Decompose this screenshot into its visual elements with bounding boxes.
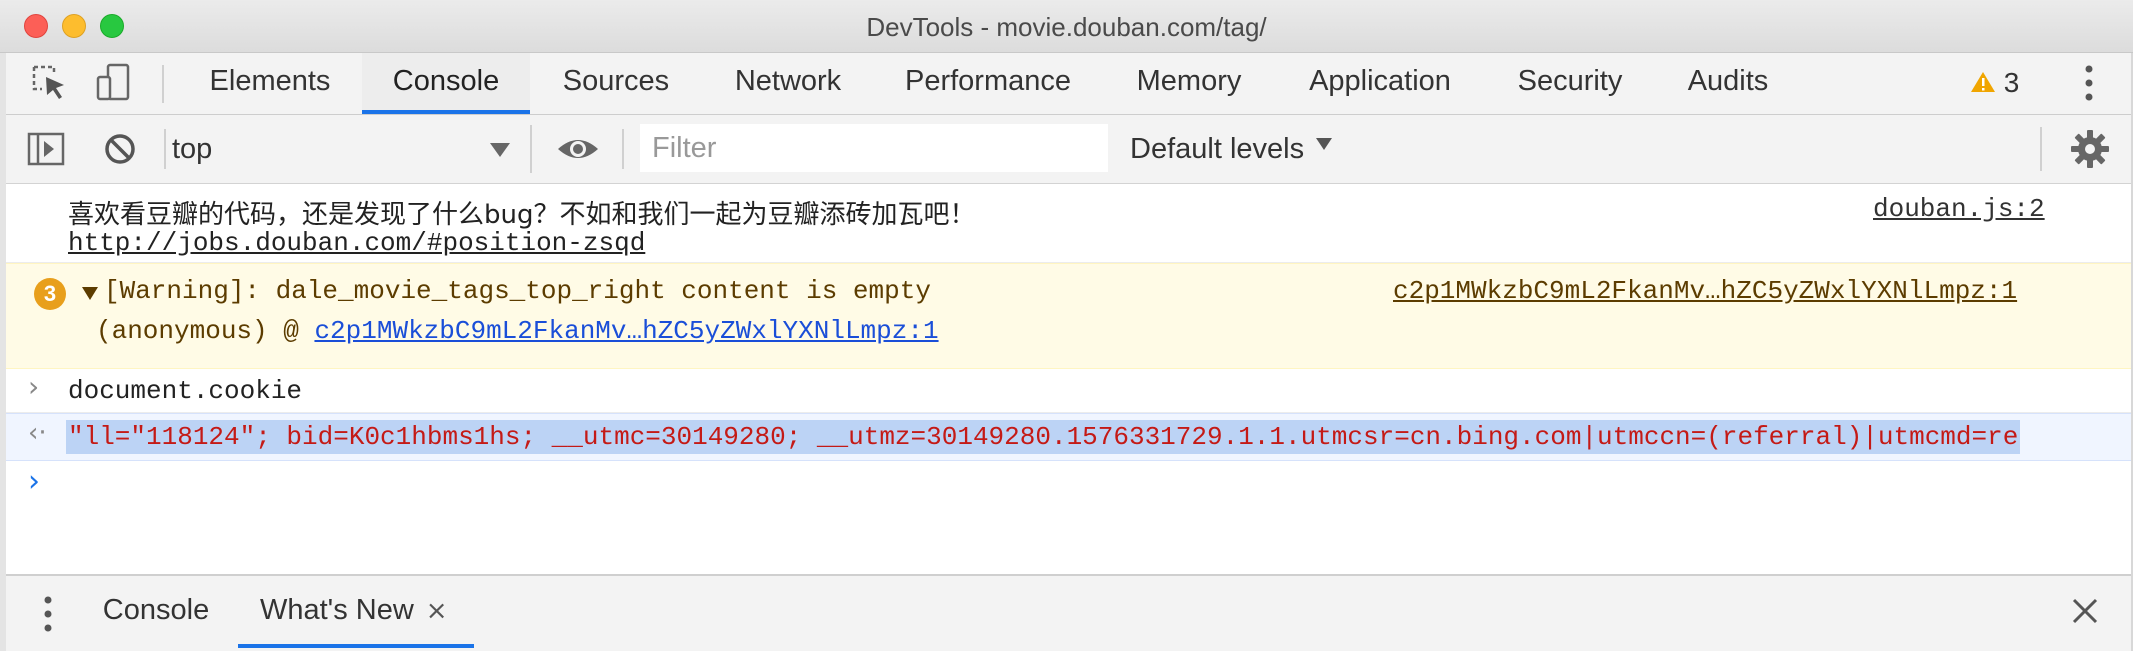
console-warning-message: 3 [Warning]: dale_movie_tags_top_right c… (0, 263, 2133, 369)
log-message-link[interactable]: http://jobs.douban.com/#position-zsqd (68, 228, 645, 258)
repeat-count-badge: 3 (34, 278, 66, 310)
drawer-tab-console[interactable]: Console (96, 576, 216, 648)
panel-tab-bar: Elements Console Sources Network Perform… (0, 53, 2133, 115)
result-arrow-icon: ‹· (28, 418, 47, 448)
title-bar: DevTools - movie.douban.com/tag/ (0, 0, 2133, 53)
warning-text: [Warning]: dale_movie_tags_top_right con… (104, 276, 931, 306)
console-command-entry: › document.cookie (0, 368, 2133, 413)
toolbar-divider (162, 65, 164, 103)
tab-memory[interactable]: Memory (1114, 53, 1264, 114)
log-levels-label: Default levels (1130, 133, 1305, 165)
log-levels-dropdown[interactable]: Default levels (1130, 125, 1333, 173)
inspect-element-icon[interactable] (28, 61, 72, 105)
toggle-sidebar-icon[interactable] (26, 129, 66, 169)
input-chevron-icon: › (28, 370, 40, 403)
chevron-down-icon (1316, 138, 1333, 151)
console-log-message: 喜欢看豆瓣的代码，还是发现了什么bug？不如和我们一起为豆瓣添砖加瓦吧！ htt… (0, 184, 2133, 263)
log-message-text: 喜欢看豆瓣的代码，还是发现了什么bug？不如和我们一起为豆瓣添砖加瓦吧！ (68, 200, 976, 230)
context-value: top (172, 133, 213, 165)
toolbar-divider (622, 129, 624, 169)
more-options-icon[interactable] (2074, 59, 2104, 107)
tab-elements[interactable]: Elements (190, 53, 350, 114)
toolbar-divider (530, 125, 532, 173)
result-value[interactable]: "ll="118124"; bid=K0c1hbms1hs; __utmc=30… (66, 420, 2021, 454)
toolbar-divider (2040, 127, 2042, 171)
tab-security[interactable]: Security (1500, 53, 1640, 114)
device-toolbar-icon[interactable] (92, 61, 136, 105)
gear-icon[interactable] (2070, 129, 2110, 169)
tab-network[interactable]: Network (716, 53, 860, 114)
console-messages: 喜欢看豆瓣的代码，还是发现了什么bug？不如和我们一起为豆瓣添砖加瓦吧！ htt… (0, 184, 2133, 574)
warning-source-link[interactable]: c2p1MWkzbC9mL2FkanMv…hZC5yZWxlYXNlLmpz:1 (1393, 276, 2017, 306)
close-tab-icon[interactable]: × (426, 596, 448, 626)
drawer-tab-whats-new[interactable]: What's New × (238, 576, 474, 648)
close-drawer-icon[interactable] (2070, 596, 2100, 626)
tab-audits[interactable]: Audits (1668, 53, 1788, 114)
console-prompt[interactable]: › (0, 460, 2133, 504)
warnings-counter[interactable]: 3 (1970, 63, 2019, 103)
command-text: document.cookie (68, 376, 303, 406)
tab-performance[interactable]: Performance (888, 53, 1088, 114)
drawer-tab-label: What's New (260, 594, 414, 626)
clear-console-icon[interactable] (100, 129, 140, 169)
drawer-menu-icon[interactable] (38, 592, 58, 636)
warning-stack-frame: (anonymous) @ c2p1MWkzbC9mL2FkanMv…hZC5y… (96, 316, 939, 346)
warnings-count: 3 (2003, 67, 2020, 98)
devtools-window: DevTools - movie.douban.com/tag/ Element… (0, 0, 2133, 651)
expand-triangle-icon[interactable] (82, 287, 98, 300)
chevron-down-icon (490, 143, 510, 157)
tab-application[interactable]: Application (1290, 53, 1470, 114)
console-toolbar: top Default levels (0, 115, 2133, 184)
tab-console[interactable]: Console (362, 53, 530, 114)
tab-sources[interactable]: Sources (544, 53, 688, 114)
prompt-chevron-icon: › (28, 464, 40, 499)
toolbar-divider (164, 129, 166, 169)
context-selector[interactable]: top (172, 125, 512, 173)
stack-frame-link[interactable]: c2p1MWkzbC9mL2FkanMv…hZC5yZWxlYXNlLmpz:1 (314, 316, 938, 346)
warning-icon (1970, 65, 1996, 105)
window-left-edge (0, 53, 6, 651)
window-title: DevTools - movie.douban.com/tag/ (866, 12, 1267, 42)
log-source-link[interactable]: douban.js:2 (1873, 194, 2045, 224)
filter-input[interactable] (640, 124, 1108, 172)
console-result-entry: ‹· "ll="118124"; bid=K0c1hbms1hs; __utmc… (0, 413, 2133, 461)
live-expression-eye-icon[interactable] (556, 129, 600, 169)
stack-frame-name: (anonymous) @ (96, 316, 299, 346)
drawer-tab-bar: Console What's New × (0, 574, 2133, 651)
